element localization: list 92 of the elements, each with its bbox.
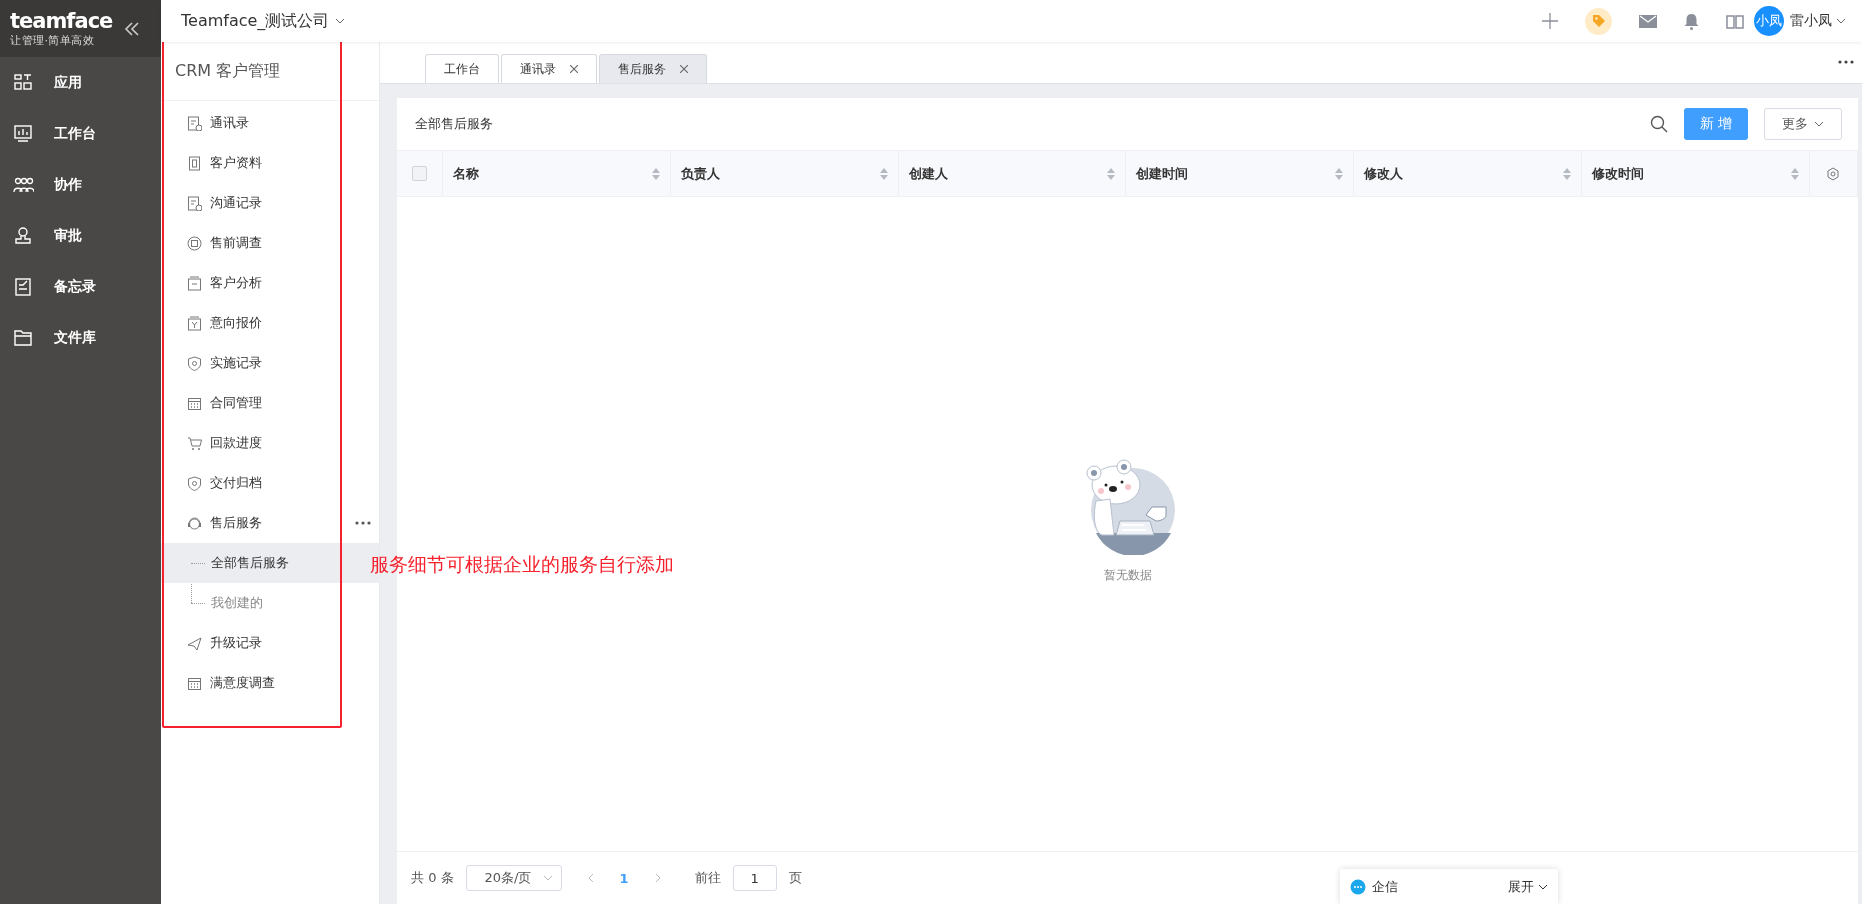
mail-icon[interactable] <box>1639 14 1657 28</box>
expand-toggle[interactable]: 展开 <box>1508 877 1548 896</box>
company-switcher[interactable]: Teamface_测试公司 <box>181 10 346 32</box>
nav-item[interactable]: 协作 <box>0 159 161 210</box>
page-size-select[interactable]: 20条/页 <box>465 865 562 891</box>
price-icon <box>187 315 202 331</box>
add-icon[interactable] <box>1542 13 1558 29</box>
book-icon[interactable] <box>1726 13 1744 29</box>
select-all-checkbox[interactable] <box>412 166 427 181</box>
folder-icon <box>13 328 34 347</box>
shield-icon <box>187 475 202 491</box>
column-header[interactable]: 修改时间 <box>1582 151 1810 196</box>
column-header[interactable]: 名称 <box>443 151 671 196</box>
column-header[interactable]: 负责人 <box>670 151 899 196</box>
note-icon <box>13 277 34 296</box>
chevron-left-icon[interactable] <box>587 873 594 883</box>
nav-item[interactable]: 工作台 <box>0 108 161 159</box>
more-icon[interactable] <box>1838 60 1854 64</box>
nav-item[interactable]: 审批 <box>0 210 161 261</box>
close-icon[interactable] <box>680 65 688 73</box>
group-icon <box>13 175 34 194</box>
module-item[interactable]: 合同管理 <box>161 383 379 423</box>
empty-state-text: 暂无数据 <box>1103 566 1152 584</box>
shield-icon <box>187 355 202 371</box>
module-item[interactable]: 升级记录 <box>161 623 379 663</box>
calendar-icon <box>187 675 202 691</box>
caret-down-icon <box>1836 18 1846 24</box>
sort-icon[interactable] <box>1563 167 1572 180</box>
goto-page-field[interactable]: 1 <box>732 865 777 891</box>
column-header[interactable]: 创建人 <box>898 151 1127 196</box>
chevron-right-icon[interactable] <box>654 873 661 883</box>
module-item[interactable]: 客户分析 <box>161 263 379 303</box>
module-item[interactable]: 满意度调查 <box>161 663 379 703</box>
module-item[interactable]: 意向报价 <box>161 303 379 343</box>
tag-icon <box>1591 14 1606 28</box>
module-title: CRM 客户管理 <box>161 42 379 101</box>
caret-down-icon <box>542 875 553 881</box>
monitor-icon <box>13 124 34 143</box>
column-header[interactable]: 修改人 <box>1354 151 1583 196</box>
chat-widget[interactable]: 企信 展开 <box>1340 869 1558 904</box>
column-header[interactable]: 创建时间 <box>1126 151 1355 196</box>
search-icon[interactable] <box>1650 115 1668 133</box>
settings-icon[interactable] <box>1826 166 1841 181</box>
chat-title: 企信 <box>1372 877 1398 896</box>
calendar-icon <box>187 395 202 411</box>
list-title: 全部售后服务 <box>415 115 494 133</box>
sort-icon[interactable] <box>1791 167 1799 180</box>
module-item[interactable]: 通讯录 <box>161 103 379 143</box>
total-count: 共 0 条 <box>411 869 454 887</box>
page-tab[interactable]: 工作台 <box>425 54 499 83</box>
tag-button[interactable] <box>1585 7 1612 35</box>
goto-label: 前往 <box>694 869 721 887</box>
caret-down-icon <box>1538 883 1548 890</box>
sort-icon[interactable] <box>879 167 888 180</box>
module-item[interactable]: 售后服务 <box>161 503 379 543</box>
headset-icon <box>187 515 202 531</box>
sort-icon[interactable] <box>1107 167 1116 180</box>
collapse-icon[interactable] <box>124 20 141 37</box>
stamp-icon <box>13 226 34 245</box>
document-icon <box>187 195 202 211</box>
nav-item[interactable]: 备忘录 <box>0 261 161 312</box>
submodule-item[interactable]: 我创建的 <box>161 583 379 623</box>
logo-slogan: 让管理·简单高效 <box>10 33 96 48</box>
module-item[interactable]: 回款进度 <box>161 423 379 463</box>
airplane-icon <box>187 635 202 651</box>
user-menu[interactable]: 雷小凤 <box>1790 12 1846 30</box>
cart-icon <box>187 435 202 451</box>
more-button[interactable]: 更多 <box>1764 108 1842 140</box>
grid-icon <box>13 73 34 92</box>
more-icon[interactable] <box>355 521 371 525</box>
chat-bubble-icon <box>1350 878 1366 895</box>
sort-icon[interactable] <box>651 167 660 180</box>
page-suffix: 页 <box>788 869 802 887</box>
document-icon <box>187 115 202 131</box>
document-icon <box>187 155 202 171</box>
module-item[interactable]: 交付归档 <box>161 463 379 503</box>
sort-icon[interactable] <box>1335 167 1344 180</box>
module-item[interactable]: 沟通记录 <box>161 183 379 223</box>
module-item[interactable]: 客户资料 <box>161 143 379 183</box>
survey-icon <box>187 235 202 251</box>
logo-text: teamface <box>10 9 113 33</box>
page-tab[interactable]: 通讯录 <box>501 54 597 83</box>
page-tab[interactable]: 售后服务 <box>599 54 707 83</box>
module-item[interactable]: 售前调查 <box>161 223 379 263</box>
box-icon <box>187 275 202 291</box>
module-item[interactable]: 实施记录 <box>161 343 379 383</box>
nav-item[interactable]: 文件库 <box>0 312 161 363</box>
nav-item[interactable]: 应用 <box>0 57 161 108</box>
caret-down-icon <box>1814 121 1824 127</box>
caret-down-icon <box>335 18 346 24</box>
close-icon[interactable] <box>570 65 578 73</box>
bell-icon[interactable] <box>1684 12 1699 30</box>
